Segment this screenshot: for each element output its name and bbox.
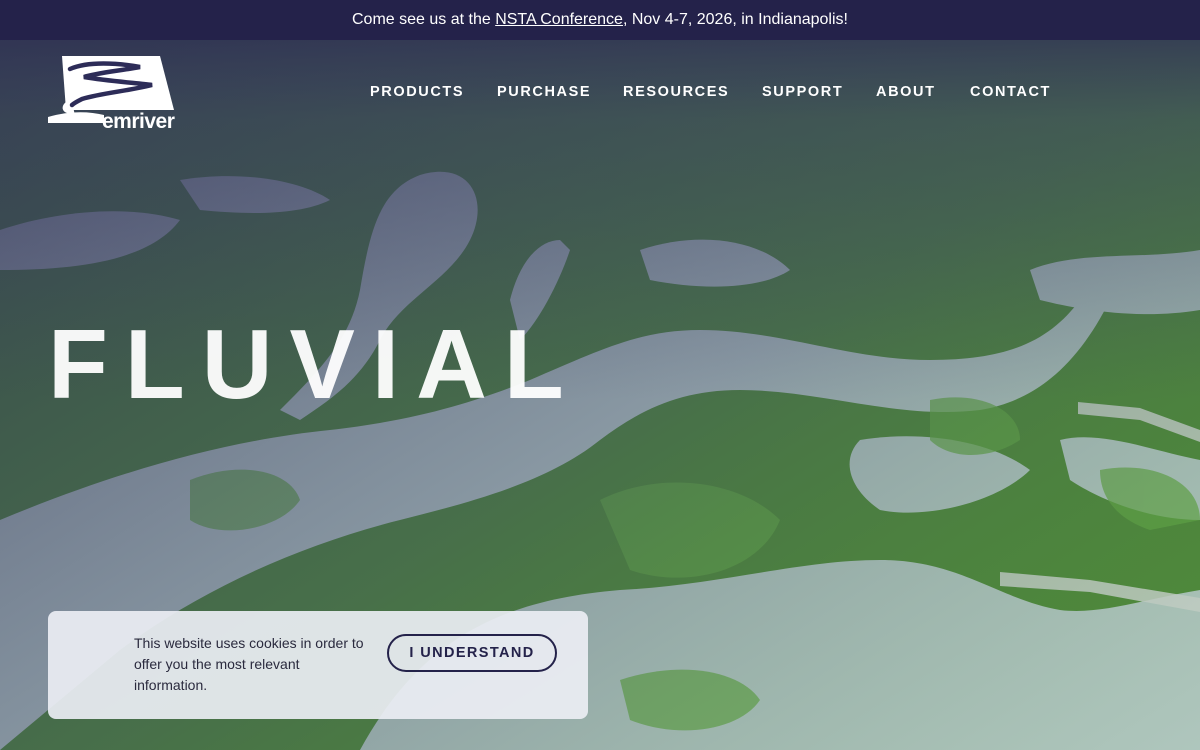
nav-support[interactable]: SUPPORT	[762, 84, 843, 100]
hero-title: FLUVIAL	[48, 309, 581, 419]
cookie-accept-button[interactable]: I UNDERSTAND	[387, 634, 557, 672]
nav-contact[interactable]: CONTACT	[970, 84, 1051, 100]
announcement-prefix: Come see us at the	[352, 11, 496, 28]
brand-wordmark: emriver	[102, 110, 175, 133]
nav-resources[interactable]: RESOURCES	[623, 84, 729, 100]
nav-about[interactable]: ABOUT	[876, 84, 936, 100]
cookie-message: This website uses cookies in order to of…	[134, 635, 364, 693]
nav-purchase[interactable]: PURCHASE	[497, 84, 591, 100]
announcement-bar: Come see us at the NSTA Conference, Nov …	[0, 0, 1200, 40]
nav-products[interactable]: PRODUCTS	[370, 84, 464, 100]
announcement-suffix: , Nov 4-7, 2026, in Indianapolis!	[622, 11, 848, 28]
cookie-banner: This website uses cookies in order to of…	[48, 611, 588, 719]
nsta-conference-link[interactable]: NSTA Conference	[495, 11, 623, 28]
